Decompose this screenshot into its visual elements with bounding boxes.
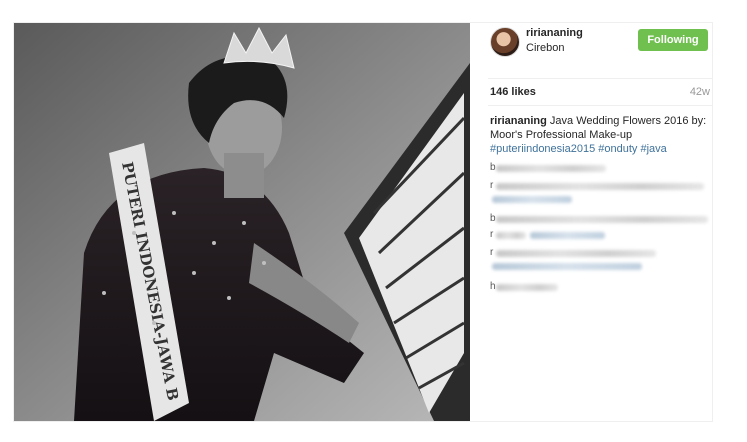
- comment-initial[interactable]: h: [490, 281, 496, 292]
- username-link[interactable]: ririananing: [526, 27, 583, 39]
- post-sidebar: ririananing Cirebon Following 146 likes …: [488, 23, 712, 421]
- comment-initial[interactable]: b: [490, 162, 496, 173]
- blurred-comment-text: [496, 250, 656, 257]
- likes-count[interactable]: 146 likes: [490, 86, 536, 98]
- hashtag-link[interactable]: #onduty: [598, 143, 637, 155]
- stats-divider: [488, 105, 712, 106]
- hashtag-link[interactable]: #java: [640, 143, 666, 155]
- comment-initial[interactable]: r: [490, 180, 493, 191]
- comment-item: h: [490, 281, 710, 305]
- header-divider: [488, 78, 712, 79]
- comment-initial[interactable]: r: [490, 247, 493, 258]
- following-button[interactable]: Following: [638, 29, 708, 51]
- post-photo[interactable]: PUTERI INDONESIA-JAWA B: [14, 23, 470, 421]
- comment-item: r: [490, 247, 710, 271]
- blurred-comment-text: [496, 284, 558, 291]
- blurred-comment-link: [492, 196, 572, 203]
- post-photo-illustration: PUTERI INDONESIA-JAWA B: [14, 23, 470, 421]
- blurred-comment-text: [496, 232, 526, 239]
- instagram-post: PUTERI INDONESIA-JAWA B ririananing Cire…: [13, 22, 713, 422]
- location-link[interactable]: Cirebon: [526, 42, 565, 54]
- comment-initial[interactable]: r: [490, 229, 493, 240]
- blurred-comment-link: [492, 263, 642, 270]
- post-age[interactable]: 42w: [690, 86, 710, 98]
- comment-initial[interactable]: b: [490, 213, 496, 224]
- avatar[interactable]: [490, 27, 520, 57]
- caption: ririananing Java Wedding Flowers 2016 by…: [490, 114, 710, 156]
- caption-username[interactable]: ririananing: [490, 115, 547, 127]
- blurred-comment-text: [496, 216, 708, 223]
- blurred-comment-text: [496, 183, 704, 190]
- blurred-comment-text: [496, 165, 606, 172]
- blurred-comment-link: [530, 232, 605, 239]
- post-header: ririananing Cirebon Following: [488, 23, 712, 78]
- hashtag-link[interactable]: #puteriindonesia2015: [490, 143, 595, 155]
- comment-item: r: [490, 180, 710, 204]
